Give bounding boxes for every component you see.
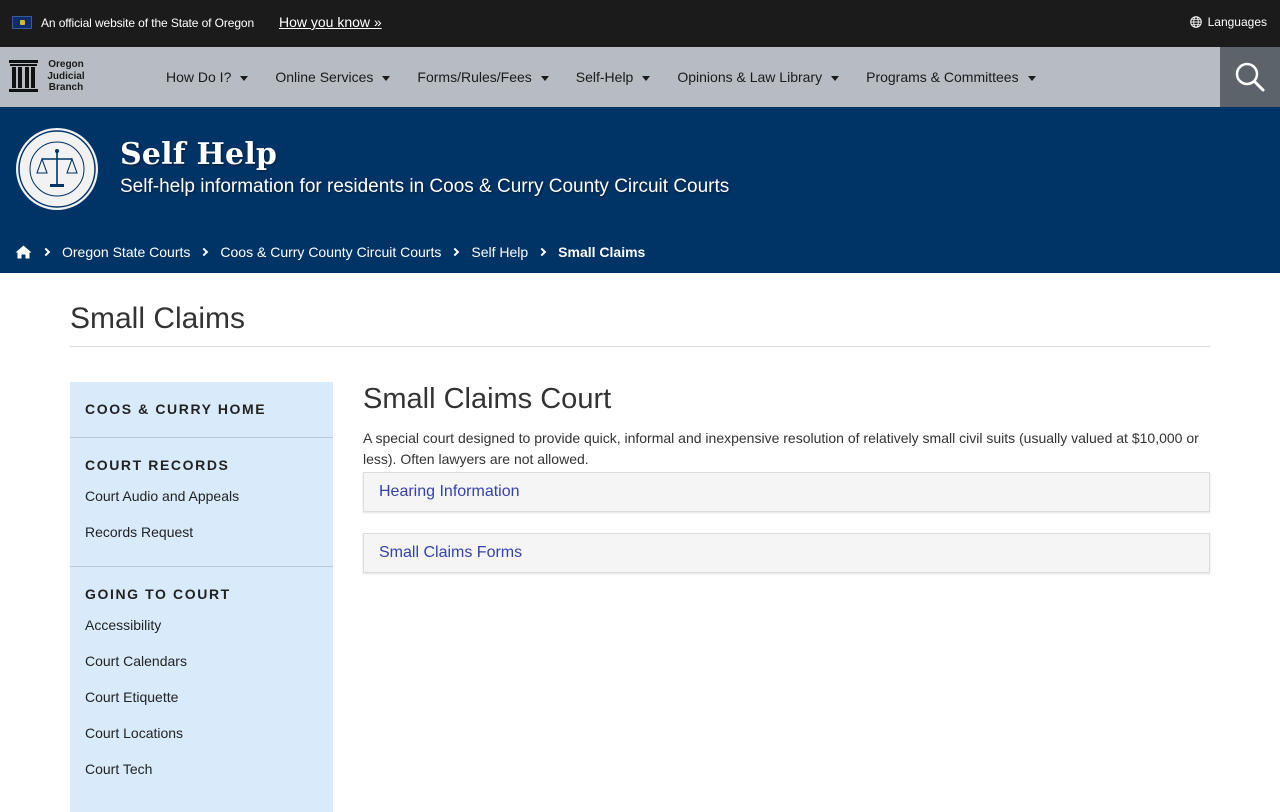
breadcrumb-self-help[interactable]: Self Help xyxy=(471,244,528,260)
nav-forms-rules-fees[interactable]: Forms/Rules/Fees xyxy=(417,69,549,85)
sidebar-heading-court-records[interactable]: COURT RECORDS xyxy=(70,438,333,488)
search-button[interactable] xyxy=(1220,47,1280,107)
caret-down-icon xyxy=(382,76,391,81)
accordion-hearing-information[interactable]: Hearing Information xyxy=(363,472,1210,512)
chevron-right-icon xyxy=(451,247,460,257)
section-description: A special court designed to provide quic… xyxy=(363,430,1199,467)
nav-programs-committees[interactable]: Programs & Committees xyxy=(866,69,1036,85)
caret-down-icon xyxy=(240,76,249,81)
official-text: An official website of the State of Oreg… xyxy=(41,16,255,30)
section-title: Small Claims Court xyxy=(363,383,612,415)
nav-how-do-i[interactable]: How Do I? xyxy=(166,69,249,85)
logo-text: Oregon Judicial Branch xyxy=(47,59,85,93)
sidebar-nav: COOS & CURRY HOME COURT RECORDS Court Au… xyxy=(70,382,333,812)
languages-label: Languages xyxy=(1207,15,1267,29)
sidebar-heading-going-to-court[interactable]: GOING TO COURT xyxy=(70,567,333,617)
caret-down-icon xyxy=(642,76,651,81)
caret-down-icon xyxy=(540,76,549,81)
sidebar-item-court-tech[interactable]: Court Tech xyxy=(70,761,333,797)
breadcrumb: Oregon State Courts Coos & Curry County … xyxy=(15,244,645,260)
breadcrumb-coos-curry-courts[interactable]: Coos & Curry County Circuit Courts xyxy=(220,244,441,260)
nav-self-help[interactable]: Self-Help xyxy=(576,69,651,85)
sidebar-item-court-calendars[interactable]: Court Calendars xyxy=(70,653,333,689)
chevron-right-icon xyxy=(41,247,51,257)
ojd-logo[interactable]: Oregon Judicial Branch xyxy=(9,58,99,96)
page-title: Small Claims xyxy=(70,302,246,335)
nav-opinions-law-library[interactable]: Opinions & Law Library xyxy=(677,69,840,85)
search-icon xyxy=(1235,62,1265,92)
how-you-know-link[interactable]: How you know » xyxy=(279,14,382,30)
main-content: Small Claims Court A special court desig… xyxy=(363,382,1210,573)
official-banner: An official website of the State of Oreg… xyxy=(0,0,1280,47)
accordion-small-claims-forms[interactable]: Small Claims Forms xyxy=(363,533,1210,573)
title-divider xyxy=(70,346,1210,347)
sidebar-item-accessibility[interactable]: Accessibility xyxy=(70,617,333,653)
caret-down-icon xyxy=(831,76,840,81)
sidebar-item-court-locations[interactable]: Court Locations xyxy=(70,725,333,761)
sidebar-item-records-request[interactable]: Records Request xyxy=(70,524,333,560)
chevron-right-icon xyxy=(200,247,209,257)
chevron-right-icon xyxy=(537,247,547,257)
sidebar-item-court-audio-appeals[interactable]: Court Audio and Appeals xyxy=(70,488,333,524)
caret-down-icon xyxy=(1027,76,1036,81)
hero-title: Self Help xyxy=(120,137,278,172)
sidebar-item-court-etiquette[interactable]: Court Etiquette xyxy=(70,689,333,725)
hero-subtitle: Self-help information for residents in C… xyxy=(120,176,730,197)
courthouse-pillars-icon xyxy=(9,60,38,92)
nav-online-services[interactable]: Online Services xyxy=(275,69,391,85)
sidebar-section-home: COOS & CURRY HOME xyxy=(70,382,333,438)
sidebar-heading-coos-curry-home[interactable]: COOS & CURRY HOME xyxy=(70,382,333,437)
small-claims-forms-link[interactable]: Small Claims Forms xyxy=(379,544,522,561)
home-icon[interactable] xyxy=(15,245,32,259)
main-navbar: Oregon Judicial Branch How Do I? Online … xyxy=(0,47,1280,107)
breadcrumb-small-claims: Small Claims xyxy=(558,244,646,260)
hearing-information-link[interactable]: Hearing Information xyxy=(379,483,520,500)
sidebar-section-court-records: COURT RECORDS Court Audio and Appeals Re… xyxy=(70,438,333,567)
nav-menu: How Do I? Online Services Forms/Rules/Fe… xyxy=(166,47,1063,107)
hero-banner: Self Help Self-help information for resi… xyxy=(0,107,1280,273)
breadcrumb-oregon-state-courts[interactable]: Oregon State Courts xyxy=(62,244,190,260)
globe-icon xyxy=(1189,16,1202,28)
sidebar-section-going-to-court: GOING TO COURT Accessibility Court Calen… xyxy=(70,567,333,803)
languages-button[interactable]: Languages xyxy=(1189,15,1267,29)
judicial-department-seal-icon xyxy=(16,128,98,210)
oregon-flag-icon xyxy=(12,16,32,29)
